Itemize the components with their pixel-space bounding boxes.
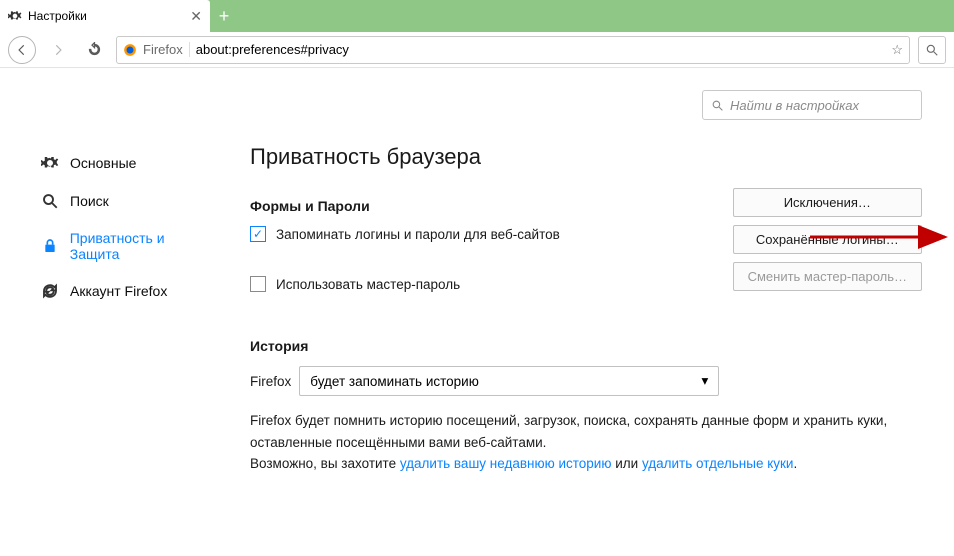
history-description-1: Firefox будет помнить историю посещений,…: [250, 410, 890, 453]
search-button[interactable]: [918, 36, 946, 64]
history-mode-value: будет запоминать историю: [310, 374, 479, 389]
toolbar: Firefox about:preferences#privacy ☆: [0, 32, 954, 68]
sidebar-item-privacy[interactable]: Приватность и Защита: [36, 220, 220, 272]
master-password-label: Использовать мастер-пароль: [276, 277, 460, 292]
clear-cookies-link[interactable]: удалить отдельные куки: [642, 456, 794, 471]
titlebar: Настройки ✕ +: [0, 0, 954, 32]
sidebar-label: Приватность и Защита: [70, 230, 216, 262]
url-bar[interactable]: Firefox about:preferences#privacy ☆: [116, 36, 910, 64]
exceptions-button[interactable]: Исключения…: [733, 188, 922, 217]
sidebar: Основные Поиск Приватность и Защита Акка…: [0, 88, 220, 475]
browser-tab[interactable]: Настройки ✕: [0, 0, 210, 32]
page-title: Приватность браузера: [250, 144, 922, 170]
gear-icon: [40, 154, 60, 172]
back-button[interactable]: [8, 36, 36, 64]
history-heading: История: [250, 338, 922, 354]
clear-recent-history-link[interactable]: удалить вашу недавнюю историю: [400, 456, 612, 471]
new-tab-button[interactable]: +: [210, 0, 238, 32]
sidebar-item-account[interactable]: Аккаунт Firefox: [36, 272, 220, 310]
history-mode-select[interactable]: будет запоминать историю ▾: [299, 366, 719, 396]
history-description-2: Возможно, вы захотите удалить вашу недав…: [250, 453, 890, 475]
sidebar-label: Аккаунт Firefox: [70, 283, 167, 299]
change-master-password-button: Сменить мастер-пароль…: [733, 262, 922, 291]
sidebar-label: Основные: [70, 155, 136, 171]
master-password-checkbox[interactable]: [250, 276, 266, 292]
reload-button[interactable]: [80, 36, 108, 64]
firefox-icon: [123, 43, 137, 57]
search-icon: [40, 192, 60, 210]
remember-passwords-checkbox[interactable]: ✓: [250, 226, 266, 242]
sidebar-item-search[interactable]: Поиск: [36, 182, 220, 220]
bookmark-icon[interactable]: ☆: [891, 42, 903, 58]
saved-logins-button[interactable]: Сохранённые логины…: [733, 225, 922, 254]
urlbar-text: about:preferences#privacy: [196, 42, 349, 57]
sync-icon: [40, 282, 60, 300]
sidebar-label: Поиск: [70, 193, 109, 209]
forward-button[interactable]: [44, 36, 72, 64]
urlbar-brand: Firefox: [143, 42, 190, 57]
sidebar-item-general[interactable]: Основные: [36, 144, 220, 182]
chevron-down-icon: ▾: [701, 373, 708, 389]
gear-icon: [8, 9, 22, 23]
firefox-label: Firefox: [250, 374, 291, 389]
lock-icon: [40, 237, 60, 255]
tab-title: Настройки: [28, 9, 87, 23]
remember-passwords-label: Запоминать логины и пароли для веб-сайто…: [276, 227, 560, 242]
close-icon[interactable]: ✕: [190, 8, 202, 25]
main-panel: Приватность браузера Формы и Пароли ✓ За…: [220, 88, 954, 475]
